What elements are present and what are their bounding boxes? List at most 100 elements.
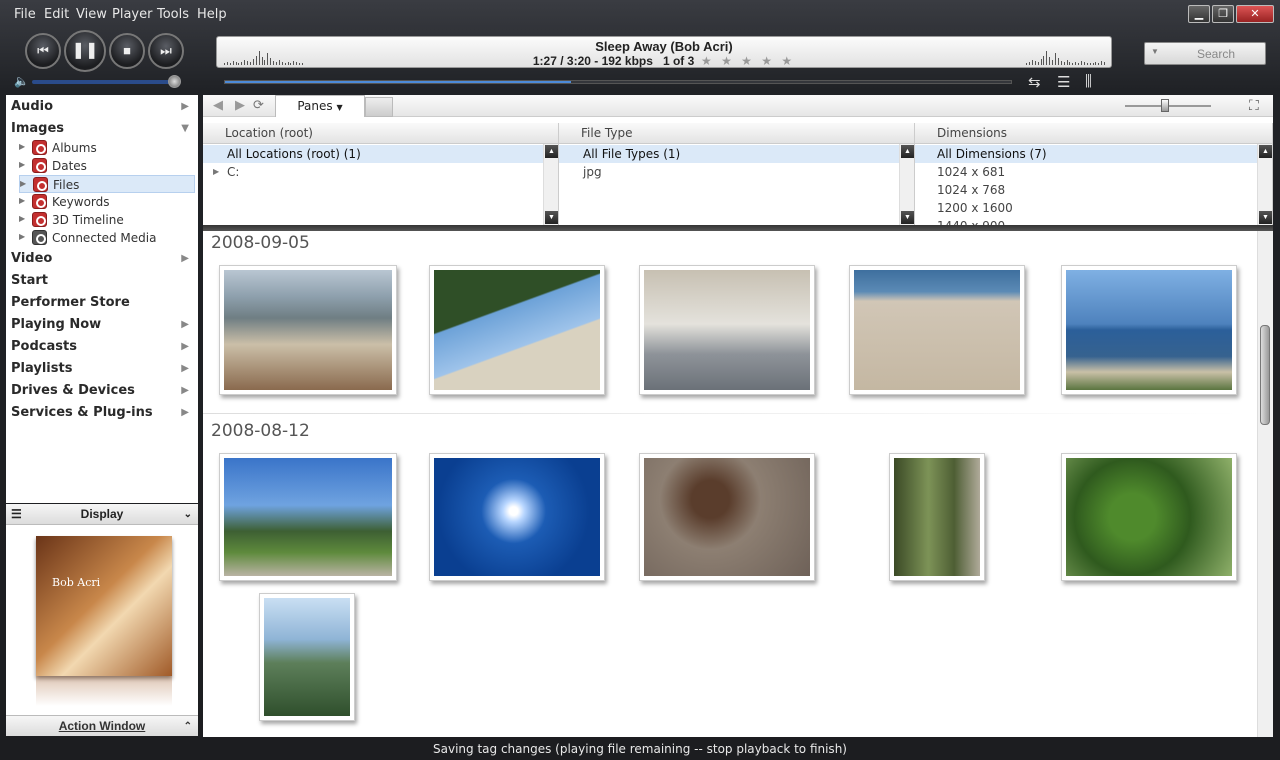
image-thumbnail[interactable]	[639, 453, 815, 581]
chevron-right-icon[interactable]: ▶	[181, 341, 189, 352]
volume-slider[interactable]	[32, 80, 174, 84]
expand-icon[interactable]: ▶	[19, 142, 25, 151]
sidebar-sub-files[interactable]: ▶ Files	[19, 175, 195, 193]
search-dropdown-icon[interactable]: ▼	[1151, 47, 1159, 56]
expand-icon[interactable]: ▶	[213, 163, 219, 181]
expand-icon[interactable]: ▶	[19, 160, 25, 169]
pane-row[interactable]: 1440 x 900	[915, 217, 1257, 225]
chevron-right-icon[interactable]: ▶	[181, 385, 189, 396]
tab-panes[interactable]: Panes ▼	[275, 95, 365, 117]
chevron-icon[interactable]: ▶	[181, 101, 189, 112]
image-thumbnail[interactable]	[639, 265, 815, 395]
action-window-label[interactable]: Action Window	[59, 719, 146, 733]
sidebar-sub-albums[interactable]: ▶ Albums	[19, 139, 195, 157]
shuffle-icon[interactable]: ☰	[1057, 73, 1070, 91]
sidebar-item-podcasts[interactable]: Podcasts ▶	[11, 339, 197, 354]
menu-help[interactable]: Help	[197, 7, 227, 22]
scroll-up-icon[interactable]: ▲	[1259, 145, 1272, 158]
expand-icon[interactable]: ▶	[19, 232, 25, 241]
sidebar-item-performer-store[interactable]: Performer Store	[11, 295, 197, 310]
pane-header[interactable]: Dimensions	[915, 123, 1272, 144]
minimize-button[interactable]: ▁	[1188, 5, 1210, 23]
album-art[interactable]	[36, 536, 172, 676]
menu-player[interactable]: Player	[112, 7, 152, 22]
sidebar-item-audio[interactable]: Audio ▶	[11, 99, 197, 114]
back-icon[interactable]: ◀	[213, 97, 223, 113]
display-header[interactable]: ☰ Display ⌄	[6, 504, 198, 525]
pane-scrollbar[interactable]: ▲ ▼	[543, 144, 558, 225]
image-thumbnail[interactable]	[849, 265, 1025, 395]
gallery-scrollbar[interactable]	[1257, 231, 1273, 737]
image-thumbnail[interactable]	[889, 453, 985, 581]
sidebar-item-services-plug-ins[interactable]: Services & Plug-ins ▶	[11, 405, 197, 420]
next-button[interactable]: ⏭	[148, 33, 184, 69]
repeat-icon[interactable]: ⇆	[1028, 73, 1041, 91]
pane-row[interactable]: jpg	[559, 163, 899, 181]
scroll-up-icon[interactable]: ▲	[901, 145, 914, 158]
chevron-icon[interactable]: ▼	[181, 123, 189, 134]
chevron-right-icon[interactable]: ▶	[181, 253, 189, 264]
sidebar-item-drives-devices[interactable]: Drives & Devices ▶	[11, 383, 197, 398]
chevron-up-icon[interactable]: ⌃	[184, 716, 192, 737]
display-menu-icon[interactable]: ☰	[11, 504, 22, 525]
expand-icon[interactable]: ▶	[20, 179, 26, 188]
expand-icon[interactable]: ▶	[19, 214, 25, 223]
image-thumbnail[interactable]	[1061, 265, 1237, 395]
pane-row[interactable]: ▶ C:	[203, 163, 543, 181]
image-thumbnail[interactable]	[219, 265, 397, 395]
pane-header[interactable]: File Type	[559, 123, 914, 144]
expand-icon[interactable]: ▶	[19, 196, 25, 205]
pane-row[interactable]: 1024 x 768	[915, 181, 1257, 199]
refresh-icon[interactable]: ⟳	[253, 97, 264, 113]
forward-icon[interactable]: ▶	[235, 97, 245, 113]
sidebar-item-images[interactable]: Images ▼	[11, 121, 197, 136]
pane-row[interactable]: 1024 x 681	[915, 163, 1257, 181]
chevron-right-icon[interactable]: ▶	[181, 319, 189, 330]
close-button[interactable]: ✕	[1236, 5, 1274, 23]
chevron-right-icon[interactable]: ▶	[181, 363, 189, 374]
gallery-scroll-thumb[interactable]	[1260, 325, 1270, 425]
menu-view[interactable]: View	[76, 7, 107, 22]
pane-scrollbar[interactable]: ▲ ▼	[899, 144, 914, 225]
image-thumbnail[interactable]	[219, 453, 397, 581]
sidebar-sub-3d-timeline[interactable]: ▶ 3D Timeline	[19, 211, 195, 229]
sidebar-item-start[interactable]: Start	[11, 273, 197, 288]
menu-file[interactable]: File	[14, 7, 36, 22]
image-thumbnail[interactable]	[429, 453, 605, 581]
image-thumbnail[interactable]	[1061, 453, 1237, 581]
pane-header[interactable]: Location (root)	[203, 123, 558, 144]
sidebar-sub-keywords[interactable]: ▶ Keywords	[19, 193, 195, 211]
pane-row[interactable]: All Dimensions (7)	[915, 145, 1257, 163]
volume-icon[interactable]: 🔈	[14, 74, 29, 88]
action-window-bar[interactable]: Action Window ⌃	[6, 715, 198, 736]
pane-scrollbar[interactable]: ▲ ▼	[1257, 144, 1272, 225]
scroll-up-icon[interactable]: ▲	[545, 145, 558, 158]
scroll-down-icon[interactable]: ▼	[1259, 211, 1272, 224]
chevron-right-icon[interactable]: ▶	[181, 407, 189, 418]
equalizer-icon[interactable]: ⫼	[1085, 73, 1092, 90]
pause-button[interactable]: ❚❚	[64, 30, 106, 72]
sidebar-item-video[interactable]: Video ▶	[11, 251, 197, 266]
sidebar-sub-connected-media[interactable]: ▶ Connected Media	[19, 229, 195, 247]
chevron-down-icon[interactable]: ⌄	[184, 504, 192, 525]
fullscreen-icon[interactable]: ⛶	[1249, 97, 1259, 114]
pane-row[interactable]: 1200 x 1600	[915, 199, 1257, 217]
tab-blank[interactable]	[365, 97, 393, 117]
image-thumbnail[interactable]	[429, 265, 605, 395]
pane-row[interactable]: All Locations (root) (1)	[203, 145, 543, 163]
sidebar-item-playing-now[interactable]: Playing Now ▶	[11, 317, 197, 332]
stop-button[interactable]: ■	[109, 33, 145, 69]
pane-row[interactable]: All File Types (1)	[559, 145, 899, 163]
volume-knob[interactable]	[168, 75, 181, 88]
menu-edit[interactable]: Edit	[44, 7, 69, 22]
previous-button[interactable]: ⏮	[25, 33, 61, 69]
menu-tools[interactable]: Tools	[157, 7, 189, 22]
rating-stars[interactable]: ★ ★ ★ ★ ★	[701, 54, 795, 68]
scroll-down-icon[interactable]: ▼	[901, 211, 914, 224]
scroll-down-icon[interactable]: ▼	[545, 211, 558, 224]
thumbnail-size-knob[interactable]	[1161, 99, 1169, 112]
sidebar-sub-dates[interactable]: ▶ Dates	[19, 157, 195, 175]
image-thumbnail[interactable]	[259, 593, 355, 721]
restore-button[interactable]: ❐	[1212, 5, 1234, 23]
sidebar-item-playlists[interactable]: Playlists ▶	[11, 361, 197, 376]
